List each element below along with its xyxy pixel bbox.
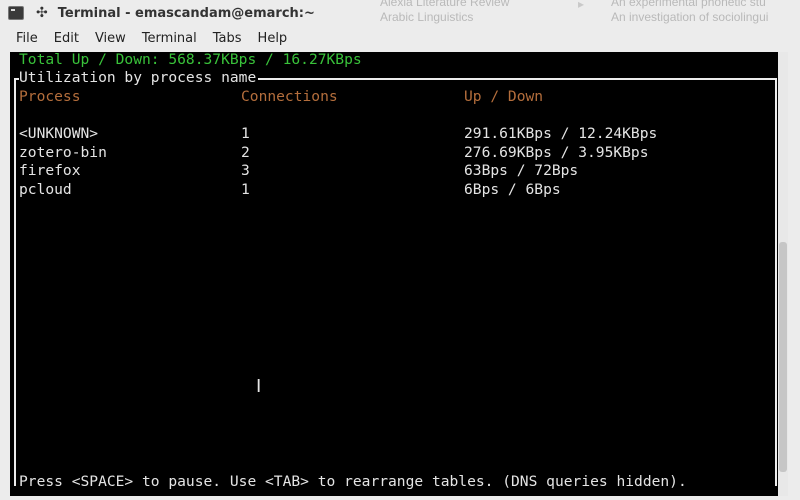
terminal-window: Alexia Literature Review Arabic Linguist… <box>0 0 800 500</box>
table-row-updown: 276.69KBps / 3.95KBps <box>464 143 649 161</box>
process-table-box <box>14 78 777 486</box>
menu-terminal[interactable]: Terminal <box>136 29 203 49</box>
table-row-connections: 1 <box>241 180 250 198</box>
table-row-process: pcloud <box>19 180 72 198</box>
footer-status-line: Press <SPACE> to pause. Use <TAB> to rea… <box>19 473 687 490</box>
menu-file[interactable]: File <box>10 29 44 49</box>
menu-view[interactable]: View <box>89 29 132 49</box>
pin-icon[interactable]: ✣ <box>36 6 48 20</box>
process-table-title: Utilization by process name <box>19 69 259 88</box>
scrollbar[interactable] <box>778 52 788 496</box>
terminal-icon[interactable] <box>8 6 24 20</box>
terminal-output[interactable]: Total Up / Down: 568.37KBps / 16.27KBps … <box>10 51 788 496</box>
menu-bar: File Edit View Terminal Tabs Help <box>0 28 800 50</box>
scrollbar-thumb[interactable] <box>779 242 787 472</box>
column-header-updown: Up / Down <box>464 88 544 105</box>
text-cursor-icon: I <box>256 376 262 397</box>
menu-tabs[interactable]: Tabs <box>207 29 248 49</box>
table-row-process: zotero-bin <box>19 143 107 161</box>
table-row-connections: 1 <box>241 125 250 142</box>
column-header-connections: Connections <box>241 88 338 105</box>
menu-edit[interactable]: Edit <box>48 29 85 49</box>
menu-help[interactable]: Help <box>252 29 294 49</box>
table-row-updown: 63Bps / 72Bps <box>464 162 579 179</box>
table-row-updown: 6Bps / 6Bps <box>464 180 561 198</box>
table-row-updown: 291.61KBps / 12.24KBps <box>464 125 658 142</box>
table-row-connections: 2 <box>241 143 250 161</box>
window-title: Terminal - emascandam@emarch:~ <box>57 5 315 21</box>
column-header-process: Process <box>19 88 81 105</box>
table-row-process: firefox <box>19 162 81 179</box>
title-bar[interactable]: ✣ Terminal - emascandam@emarch:~ <box>0 0 800 26</box>
table-row-connections: 3 <box>241 162 250 179</box>
total-updown-line: Total Up / Down: 568.37KBps / 16.27KBps <box>19 51 362 68</box>
table-row-process: <UNKNOWN> <box>19 125 99 142</box>
